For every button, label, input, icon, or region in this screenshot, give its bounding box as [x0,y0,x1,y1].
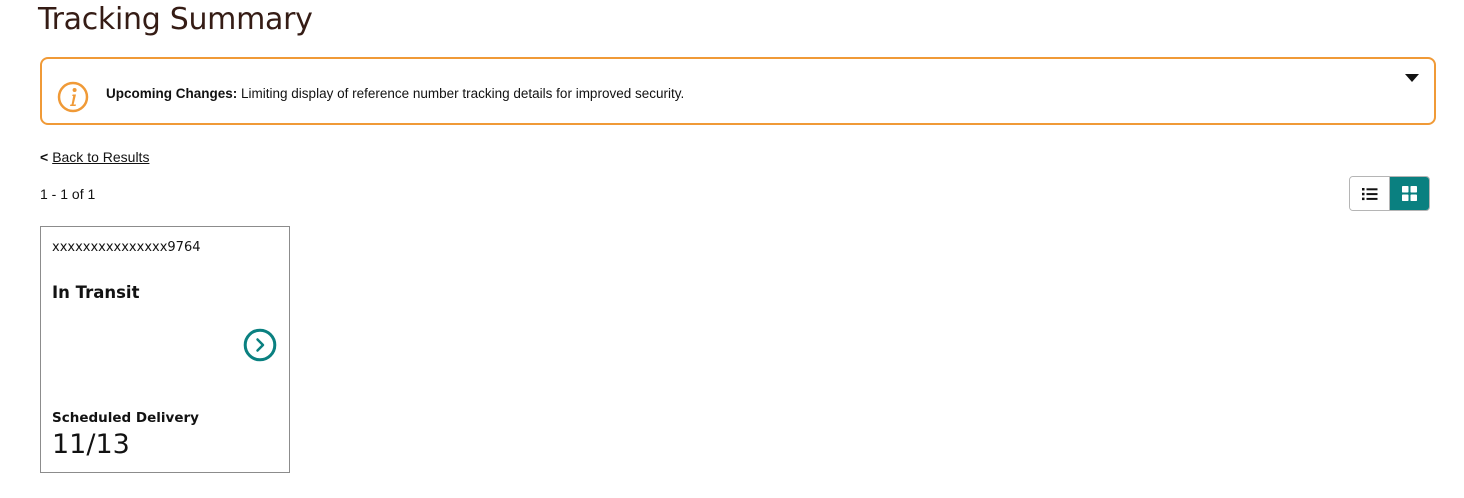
shipment-card[interactable]: xxxxxxxxxxxxxxx9764 In Transit Scheduled… [40,226,290,473]
view-toggle [1349,176,1430,211]
alert-label: Upcoming Changes: [106,86,238,101]
list-view-icon [1361,187,1377,200]
back-to-results[interactable]: < Back to Results [40,149,149,165]
grid-view-icon [1402,186,1417,201]
page-title: Tracking Summary [38,2,313,37]
info-icon [57,81,89,113]
tracking-number: xxxxxxxxxxxxxxx9764 [52,240,201,255]
results-count: 1 - 1 of 1 [40,186,96,202]
back-to-results-link[interactable]: Back to Results [52,149,149,165]
scheduled-delivery-date: 11/13 [52,429,130,460]
shipment-status: In Transit [52,283,140,302]
list-view-button[interactable] [1350,177,1390,210]
upcoming-changes-alert: Upcoming Changes: Limiting display of re… [40,57,1436,125]
alert-message: Upcoming Changes: Limiting display of re… [106,86,684,101]
scheduled-delivery-label: Scheduled Delivery [52,410,199,426]
caret-down-icon[interactable] [1404,73,1420,83]
chevron-left-icon: < [40,149,49,165]
alert-body: Limiting display of reference number tra… [241,86,685,101]
grid-view-button[interactable] [1390,177,1429,210]
chevron-right-circle-icon[interactable] [243,328,277,362]
